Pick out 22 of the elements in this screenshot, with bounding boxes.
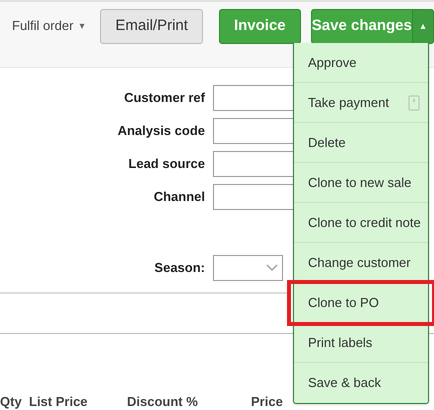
menu-item[interactable]: Clone to PO: [290, 283, 433, 323]
menu-item[interactable]: Delete: [294, 123, 428, 163]
menu-item[interactable]: Approve: [294, 43, 428, 83]
column-header: Discount %: [127, 393, 199, 410]
field-label: Season:: [153, 259, 206, 278]
field-label: Customer ref: [123, 89, 206, 108]
field-label: Analysis code: [116, 122, 206, 140]
field-label: Lead source: [127, 155, 206, 174]
column-header: List Price: [29, 393, 89, 410]
field-label: Channel: [152, 188, 206, 206]
chevron-down-icon: [266, 264, 278, 272]
fulfil-order-menu[interactable]: Fulfil order ▾: [12, 9, 84, 43]
menu-item[interactable]: Change customer: [294, 243, 428, 283]
column-header: Qty: [0, 393, 23, 410]
menu-item[interactable]: Print labels: [294, 323, 428, 363]
menu-item[interactable]: Save & back: [294, 363, 428, 403]
email-print-button[interactable]: Email/Print: [100, 9, 203, 44]
menu-item[interactable]: Clone to credit note: [294, 203, 428, 243]
menu-item[interactable]: Clone to new sale: [294, 163, 428, 203]
column-header: Price: [251, 393, 284, 410]
select-field[interactable]: [213, 255, 283, 281]
menu-item[interactable]: Take payment: [294, 83, 428, 123]
